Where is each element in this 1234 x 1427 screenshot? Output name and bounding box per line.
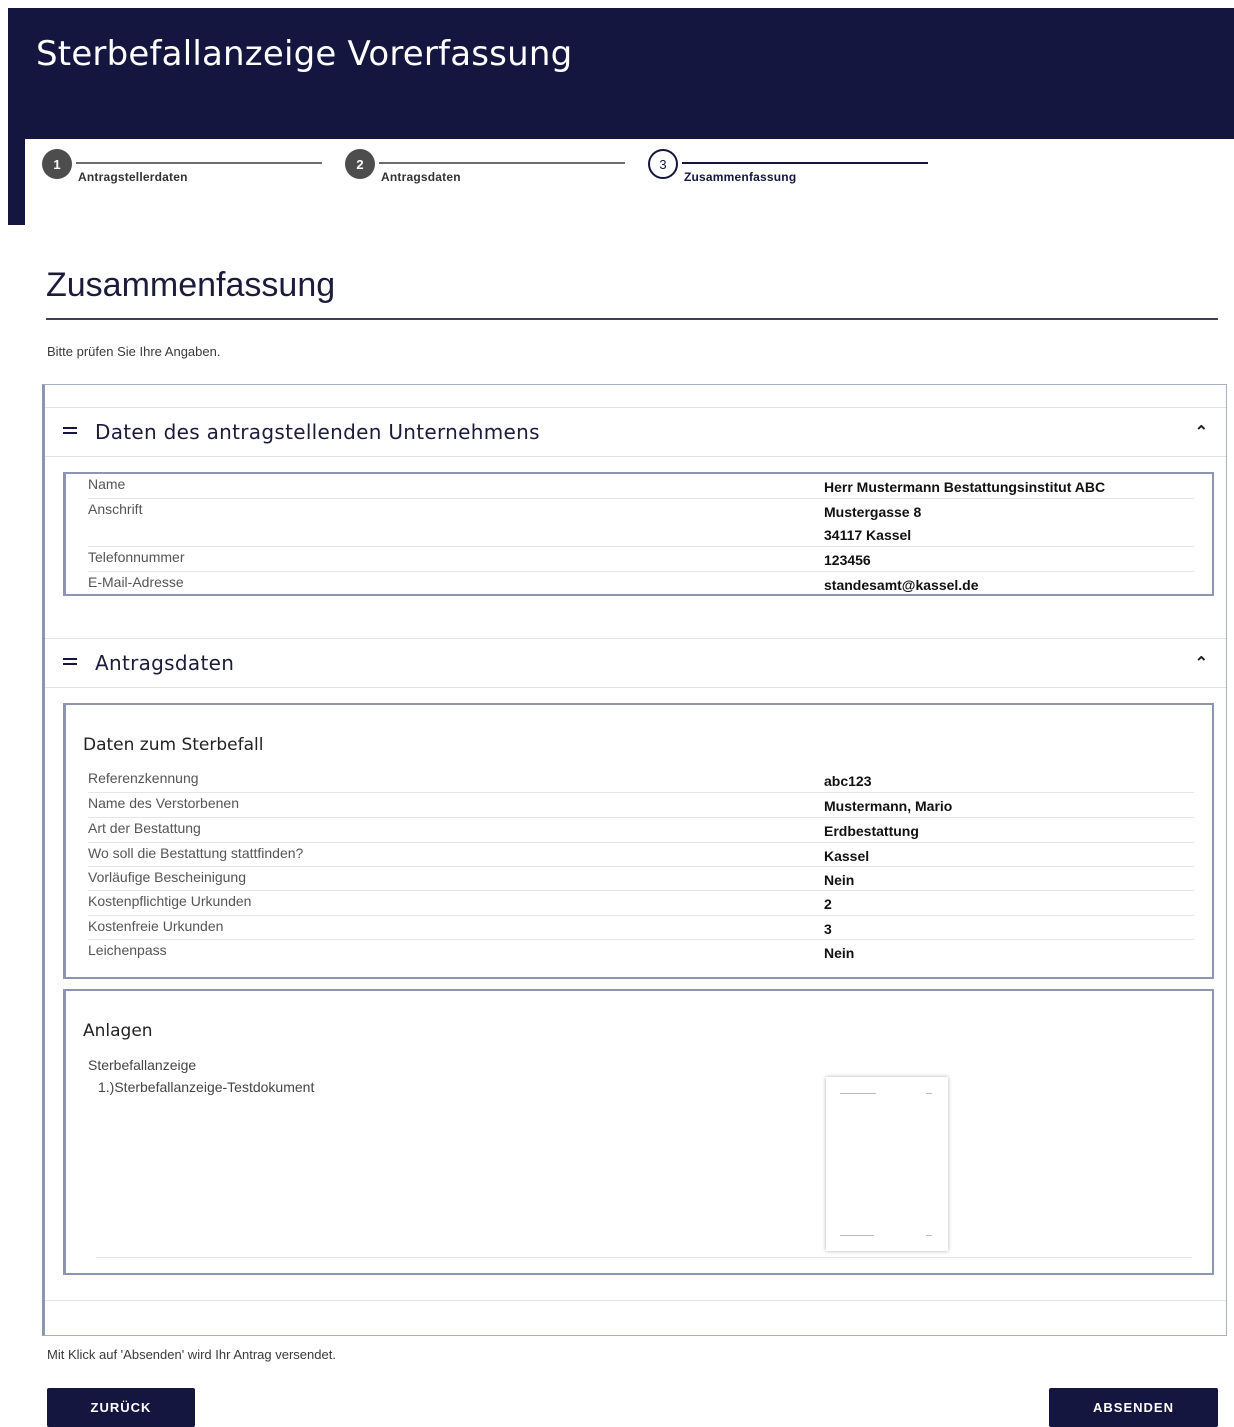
table-row: E-Mail-Adresse standesamt@kassel.de — [88, 572, 1194, 594]
step-label: Antragsdaten — [381, 170, 461, 184]
header-accent-bar — [8, 139, 25, 225]
list-icon — [63, 427, 77, 435]
progress-stepper: 1 Antragstellerdaten 2 Antragsdaten 3 Zu… — [42, 146, 942, 196]
app-title: Sterbefallanzeige Vorerfassung — [36, 34, 573, 74]
row-label: Wo soll die Bestattung stattfinden? — [88, 845, 304, 861]
row-value: Herr Mustermann Bestattungsinstitut ABC — [824, 479, 1106, 495]
step-application-data[interactable]: 2 Antragsdaten — [345, 146, 630, 194]
row-label: Telefonnummer — [88, 549, 185, 565]
row-label: Referenzkennung — [88, 770, 199, 786]
row-value: abc123 — [824, 773, 872, 789]
row-value: Mustergasse 8 — [824, 504, 922, 520]
card-heading: Daten zum Sterbefall — [83, 735, 264, 755]
row-value: 123456 — [824, 552, 871, 568]
review-hint: Bitte prüfen Sie Ihre Angaben. — [47, 344, 221, 359]
section-title: Antragsdaten — [95, 651, 235, 675]
step-applicant-data[interactable]: 1 Antragstellerdaten — [42, 146, 327, 194]
step-line — [682, 162, 928, 164]
step-line — [76, 162, 322, 164]
table-row: Kostenpflichtige Urkunden 2 — [88, 891, 1194, 916]
row-label: Name — [88, 476, 126, 492]
step-label: Antragstellerdaten — [78, 170, 188, 184]
row-label: Leichenpass — [88, 942, 167, 958]
table-row: Name Herr Mustermann Bestattungsinstitut… — [88, 474, 1194, 499]
attachments-card: Anlagen Sterbefallanzeige 1.)Sterbefalla… — [63, 989, 1214, 1275]
attachment-category: Sterbefallanzeige — [88, 1057, 197, 1073]
step-number: 2 — [345, 149, 375, 179]
table-row: Telefonnummer 123456 — [88, 547, 1194, 572]
step-label: Zusammenfassung — [684, 170, 797, 184]
table-row: Name des Verstorbenen Mustermann, Mario — [88, 793, 1194, 818]
row-label: Kostenpflichtige Urkunden — [88, 893, 252, 909]
submit-note: Mit Klick auf 'Absenden' wird Ihr Antrag… — [47, 1347, 336, 1362]
list-icon — [63, 658, 77, 666]
step-number: 1 — [42, 149, 72, 179]
row-value: 2 — [824, 896, 832, 912]
row-value: Nein — [824, 945, 855, 961]
attachment-document-name[interactable]: 1.)Sterbefallanzeige-Testdokument — [98, 1079, 314, 1095]
page-title: Zusammenfassung — [46, 266, 336, 304]
table-row: Wo soll die Bestattung stattfinden? Kass… — [88, 843, 1194, 867]
chevron-up-icon[interactable]: ⌃ — [1195, 422, 1208, 442]
table-row: Leichenpass Nein — [88, 940, 1194, 964]
section-application-header[interactable]: Antragsdaten ⌃ — [45, 638, 1226, 688]
table-row: Kostenfreie Urkunden 3 — [88, 916, 1194, 940]
row-label: Anschrift — [88, 501, 143, 517]
card-heading: Anlagen — [83, 1021, 153, 1041]
app-header: Sterbefallanzeige Vorerfassung — [8, 8, 1234, 139]
table-row: Referenzkennung abc123 — [88, 768, 1194, 793]
company-data-card: Name Herr Mustermann Bestattungsinstitut… — [63, 472, 1214, 596]
death-case-card: Daten zum Sterbefall Referenzkennung abc… — [63, 703, 1214, 979]
row-value-line2: 34117 Kassel — [824, 527, 912, 543]
row-label: Kostenfreie Urkunden — [88, 918, 224, 934]
step-line — [379, 162, 625, 164]
submit-button[interactable]: ABSENDEN — [1049, 1388, 1218, 1427]
table-row: Vorläufige Bescheinigung Nein — [88, 867, 1194, 891]
section-company-header[interactable]: Daten des antragstellenden Unternehmens … — [45, 407, 1226, 457]
back-button[interactable]: ZURÜCK — [47, 1388, 195, 1427]
divider — [96, 1257, 1192, 1258]
row-value: standesamt@kassel.de — [824, 577, 979, 593]
summary-container: Daten des antragstellenden Unternehmens … — [42, 384, 1227, 1336]
row-label: Vorläufige Bescheinigung — [88, 869, 247, 885]
row-label: Name des Verstorbenen — [88, 795, 239, 811]
divider — [45, 1300, 1226, 1301]
row-label: E-Mail-Adresse — [88, 574, 184, 590]
title-divider — [46, 318, 1218, 320]
row-value: 3 — [824, 921, 832, 937]
section-title: Daten des antragstellenden Unternehmens — [95, 420, 540, 444]
row-label: Art der Bestattung — [88, 820, 201, 836]
step-number: 3 — [648, 149, 678, 179]
chevron-up-icon[interactable]: ⌃ — [1195, 653, 1208, 673]
document-thumbnail[interactable] — [826, 1077, 948, 1251]
row-value: Nein — [824, 872, 855, 888]
table-row: Art der Bestattung Erdbestattung — [88, 818, 1194, 843]
row-value: Mustermann, Mario — [824, 798, 953, 814]
table-row: Anschrift Mustergasse 8 34117 Kassel — [88, 499, 1194, 547]
row-value: Kassel — [824, 848, 870, 864]
step-summary: 3 Zusammenfassung — [648, 146, 933, 194]
row-value: Erdbestattung — [824, 823, 919, 839]
